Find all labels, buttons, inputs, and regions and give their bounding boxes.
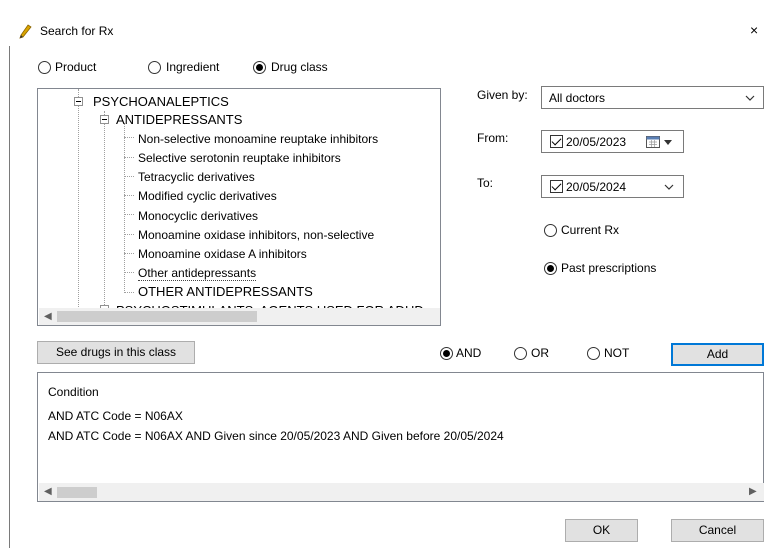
tree-item[interactable]: Selective serotonin reuptake inhibitors — [138, 151, 341, 165]
tree-line — [124, 292, 134, 293]
from-date-value: 20/05/2023 — [566, 135, 627, 149]
radio-and-label: AND — [456, 346, 482, 360]
given-by-value: All doctors — [549, 91, 606, 105]
to-checkbox[interactable] — [550, 180, 563, 193]
ok-button[interactable]: OK — [565, 519, 638, 542]
radio-current-rx-label: Current Rx — [561, 223, 620, 237]
tree-line — [124, 253, 134, 254]
collapse-toggle[interactable] — [100, 115, 109, 124]
tree-item[interactable]: Non-selective monoamine reuptake inhibit… — [138, 132, 378, 146]
drug-class-tree[interactable]: PSYCHOANALEPTICS ANTIDEPRESSANTS Non-sel… — [37, 88, 441, 326]
tree-line — [124, 195, 134, 196]
tree-item[interactable]: PSYCHOANALEPTICS — [93, 95, 229, 109]
scroll-thumb[interactable] — [57, 311, 257, 322]
cancel-button[interactable]: Cancel — [671, 519, 764, 542]
tree-line — [124, 176, 134, 177]
collapse-toggle[interactable] — [74, 97, 83, 106]
pen-icon — [19, 24, 32, 39]
radio-and[interactable] — [440, 347, 453, 360]
to-label: To: — [477, 176, 494, 190]
tree-line — [124, 234, 134, 235]
tree-line — [124, 123, 125, 293]
from-label: From: — [477, 131, 509, 145]
tree-item[interactable]: Tetracyclic derivatives — [138, 170, 255, 184]
condition-header: Condition — [48, 385, 99, 399]
from-checkbox[interactable] — [550, 135, 563, 148]
scroll-left-icon[interactable]: ◀ — [44, 487, 52, 497]
tree-item[interactable]: Monocyclic derivatives — [138, 209, 258, 223]
given-by-label: Given by: — [477, 88, 528, 102]
given-by-select[interactable]: All doctors — [541, 86, 764, 109]
radio-product[interactable] — [38, 61, 51, 74]
tree-item[interactable]: ANTIDEPRESSANTS — [116, 113, 242, 127]
tree-line — [124, 137, 134, 138]
tree-horizontal-scrollbar[interactable]: ◀ ▶ — [39, 308, 440, 325]
tree-line — [124, 157, 134, 158]
scroll-left-icon[interactable]: ◀ — [44, 312, 52, 322]
condition-list[interactable]: Condition AND ATC Code = N06AX AND ATC C… — [37, 372, 764, 502]
radio-ingredient[interactable] — [148, 61, 161, 74]
window-border — [9, 46, 10, 548]
tree-line — [104, 111, 105, 311]
dropdown-arrow-icon[interactable] — [664, 140, 672, 145]
calendar-icon[interactable] — [646, 136, 660, 148]
radio-past-prescriptions[interactable] — [544, 262, 557, 275]
tree-item[interactable]: Monoamine oxidase inhibitors, non-select… — [138, 228, 374, 242]
radio-not-label: NOT — [604, 346, 630, 360]
to-date-picker[interactable]: 20/05/2024 — [541, 175, 684, 198]
title-bar — [0, 0, 764, 40]
from-date-picker[interactable]: 20/05/2023 — [541, 130, 684, 153]
radio-current-rx[interactable] — [544, 224, 557, 237]
tree-item[interactable]: OTHER ANTIDEPRESSANTS — [138, 285, 313, 299]
radio-ingredient-label: Ingredient — [166, 60, 220, 74]
radio-or-label: OR — [531, 346, 549, 360]
see-drugs-button[interactable]: See drugs in this class — [37, 341, 195, 364]
chevron-down-icon[interactable] — [664, 184, 674, 190]
tree-line — [124, 272, 134, 273]
tree-item[interactable]: Monoamine oxidase A inhibitors — [138, 247, 307, 261]
close-button[interactable]: × — [750, 22, 758, 38]
tree-item[interactable]: Modified cyclic derivatives — [138, 189, 277, 203]
radio-drug-class[interactable] — [253, 61, 266, 74]
scroll-thumb[interactable] — [57, 487, 97, 498]
tree-item-selected[interactable]: Other antidepressants — [138, 266, 257, 281]
radio-not[interactable] — [587, 347, 600, 360]
condition-line[interactable]: AND ATC Code = N06AX AND Given since 20/… — [48, 429, 504, 443]
tree-line — [124, 214, 134, 215]
radio-drug-class-label: Drug class — [271, 60, 328, 74]
to-date-value: 20/05/2024 — [566, 180, 627, 194]
add-button[interactable]: Add — [671, 343, 764, 366]
radio-product-label: Product — [55, 60, 97, 74]
condition-line[interactable]: AND ATC Code = N06AX — [48, 409, 183, 423]
scroll-right-icon[interactable]: ▶ — [749, 487, 757, 497]
radio-or[interactable] — [514, 347, 527, 360]
radio-past-prescriptions-label: Past prescriptions — [561, 261, 657, 275]
chevron-down-icon — [745, 95, 755, 101]
window-title: Search for Rx — [40, 24, 114, 38]
tree-line — [78, 89, 79, 307]
condition-horizontal-scrollbar[interactable]: ◀ ▶ — [39, 483, 764, 501]
